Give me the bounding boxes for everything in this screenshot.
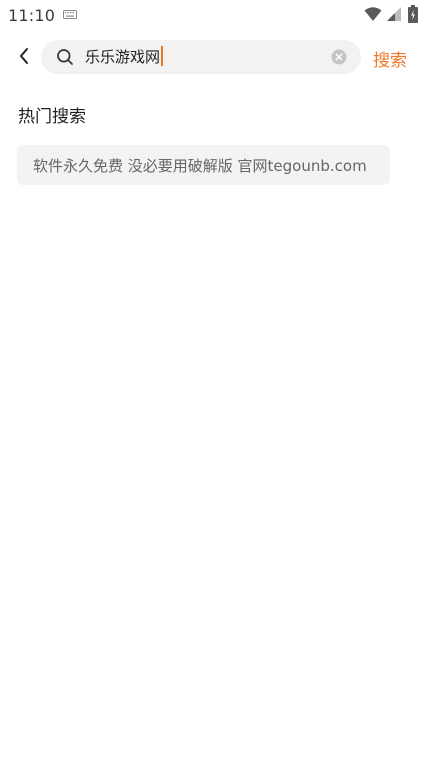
hot-search-title: 热门搜索 bbox=[18, 107, 86, 127]
hot-search-item[interactable]: 软件永久免费 没必要用破解版 官网tegounb.com bbox=[17, 145, 390, 185]
back-button[interactable] bbox=[12, 44, 36, 68]
clear-icon[interactable] bbox=[331, 49, 347, 65]
search-input-value: 乐乐游戏网 bbox=[85, 48, 161, 66]
keyboard-icon bbox=[63, 10, 77, 19]
search-button[interactable]: 搜索 bbox=[373, 46, 407, 71]
search-icon bbox=[57, 49, 73, 65]
battery-icon bbox=[408, 5, 418, 23]
chevron-left-icon bbox=[20, 48, 28, 64]
search-input[interactable]: 乐乐游戏网 bbox=[85, 46, 164, 68]
search-screen: 11:10 乐乐游戏网 搜索 热门搜索 软件永久免费 没必要用破解版 官网teg… bbox=[0, 0, 426, 757]
status-time: 11:10 bbox=[8, 6, 56, 25]
text-caret bbox=[161, 46, 164, 66]
signal-icon bbox=[387, 7, 401, 21]
status-bar: 11:10 bbox=[0, 0, 426, 30]
search-bar[interactable]: 乐乐游戏网 bbox=[41, 40, 361, 74]
wifi-icon bbox=[364, 7, 382, 21]
hot-search-item-label: 软件永久免费 没必要用破解版 官网tegounb.com bbox=[33, 156, 367, 175]
